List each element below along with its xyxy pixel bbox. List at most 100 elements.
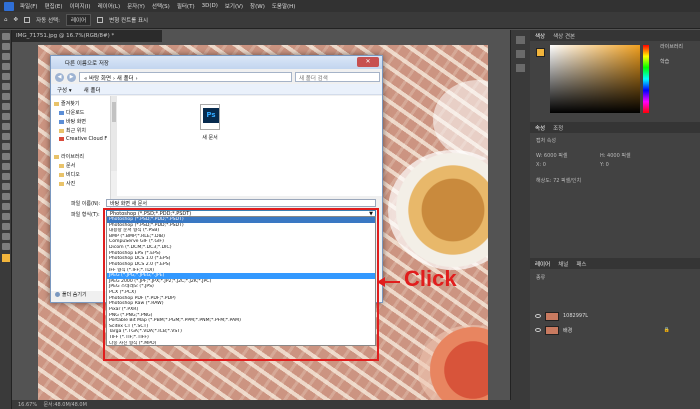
props-width[interactable]: W: 6000 픽셀 <box>536 152 567 159</box>
color-swatch[interactable] <box>536 48 545 57</box>
shape-icon[interactable] <box>2 213 10 220</box>
eye-icon[interactable] <box>535 314 541 318</box>
photoshop-logo-icon <box>4 1 14 11</box>
lock-icon: 🔒 <box>663 327 670 333</box>
foreground-color-swatch[interactable] <box>2 254 10 262</box>
navigation-pane: 즐겨찾기 다운로드 바탕 화면 최근 위치 Creative Cloud F 라… <box>51 96 111 291</box>
nav-videos[interactable]: 비디오 <box>59 171 80 178</box>
tab-color[interactable]: 색상 <box>535 32 545 40</box>
libraries-panel: 라이브러리 학습 <box>660 43 700 65</box>
quick-select-icon[interactable] <box>2 63 10 70</box>
auto-select-checkbox[interactable] <box>24 17 31 23</box>
frame-icon[interactable] <box>2 83 10 90</box>
close-button[interactable]: ✕ <box>357 57 379 67</box>
path-input[interactable]: « 바탕 화면 › 새 폴더 › <box>79 72 292 82</box>
layer-kind-filter[interactable]: 종류 <box>536 274 545 281</box>
crop-icon[interactable] <box>2 73 10 80</box>
history-brush-icon[interactable] <box>2 133 10 140</box>
blur-icon[interactable] <box>2 163 10 170</box>
organize-button[interactable]: 구성 ▾ <box>57 86 72 94</box>
menu-image[interactable]: 이미지(I) <box>69 2 90 10</box>
nav-recent[interactable]: 최근 위치 <box>59 127 86 134</box>
filetype-label: 파일 형식(T): <box>71 212 100 218</box>
libraries-label[interactable]: 라이브러리 <box>660 43 700 50</box>
brush-icon[interactable] <box>2 113 10 120</box>
address-bar: ◀ ▶ « 바탕 화면 › 새 폴더 › 새 폴더 검색 <box>55 71 380 83</box>
healing-icon[interactable] <box>2 103 10 110</box>
stamp-icon[interactable] <box>2 123 10 130</box>
nav-desktop[interactable]: 바탕 화면 <box>59 118 86 125</box>
learn-label[interactable]: 학습 <box>660 58 700 65</box>
nav-downloads[interactable]: 다운로드 <box>59 109 84 116</box>
menu-help[interactable]: 도움말(H) <box>272 2 296 10</box>
layer-dropdown[interactable]: 레이어 <box>65 14 92 26</box>
scrollbar-thumb[interactable] <box>112 102 116 122</box>
gradient-icon[interactable] <box>2 153 10 160</box>
status-bar: 16.67% 문서:48.0M/48.0M <box>12 400 530 409</box>
pen-icon[interactable] <box>2 183 10 190</box>
hide-folders-toggle[interactable]: 폴더 숨기기 <box>55 291 87 298</box>
props-height[interactable]: H: 4000 픽셀 <box>600 152 631 159</box>
path-select-icon[interactable] <box>2 203 10 210</box>
tab-properties[interactable]: 속성 <box>535 124 545 132</box>
new-folder-button[interactable]: 새 폴더 <box>84 86 101 94</box>
props-y[interactable]: Y: 0 <box>600 162 609 168</box>
back-icon[interactable]: ◀ <box>55 72 64 82</box>
psd-file-icon-label: Ps <box>203 108 219 123</box>
home-icon[interactable]: ⌂ <box>4 17 8 23</box>
eye-icon[interactable] <box>535 328 541 332</box>
forward-icon[interactable]: ▶ <box>67 72 76 82</box>
dodge-icon[interactable] <box>2 173 10 180</box>
menu-edit[interactable]: 편집(E) <box>45 2 63 10</box>
menu-3d[interactable]: 3D(D) <box>202 3 218 9</box>
props-type-label: 캡처 속성 <box>536 138 556 144</box>
history-icon[interactable] <box>516 36 525 44</box>
type-icon[interactable] <box>2 193 10 200</box>
menu-layer[interactable]: 레이어(L) <box>98 2 121 10</box>
layer-row[interactable]: 배경 🔒 <box>530 324 700 336</box>
layer-row[interactable]: 1082997L <box>530 310 700 322</box>
tab-paths[interactable]: 패스 <box>576 260 586 268</box>
search-input[interactable]: 새 폴더 검색 <box>295 72 380 82</box>
eyedropper-icon[interactable] <box>2 93 10 100</box>
zoom-icon[interactable] <box>2 233 10 240</box>
menu-window[interactable]: 창(W) <box>250 2 265 10</box>
menu-select[interactable]: 선택(S) <box>152 2 170 10</box>
filename-input[interactable]: 바탕 화면 새 문서 <box>106 199 376 207</box>
nav-favorites[interactable]: 즐겨찾기 <box>54 100 79 107</box>
menu-filter[interactable]: 필터(T) <box>177 2 195 10</box>
tab-layers[interactable]: 레이어 <box>535 260 550 268</box>
nav-creative-cloud[interactable]: Creative Cloud F <box>59 136 107 142</box>
move-icon[interactable] <box>2 33 10 40</box>
menu-file[interactable]: 파일(F) <box>20 2 38 10</box>
tab-adjustments[interactable]: 조정 <box>553 124 563 132</box>
props-x[interactable]: X: 0 <box>536 162 546 168</box>
tab-channels[interactable]: 채널 <box>558 260 568 268</box>
dialog-title: 다른 이름으로 저장 <box>51 56 382 69</box>
zoom-level: 16.67% <box>18 402 38 408</box>
nav-library[interactable]: 라이브러리 <box>54 153 84 160</box>
hand-icon[interactable] <box>2 223 10 230</box>
move-tool-icon[interactable]: ✥ <box>14 17 19 23</box>
document-tab[interactable]: IMG_71751.jpg @ 16.7%(RGB/8#) * <box>12 30 162 42</box>
filename-label: 파일 이름(N): <box>71 201 101 207</box>
nav-pictures[interactable]: 사진 <box>59 180 75 187</box>
eraser-icon[interactable] <box>2 143 10 150</box>
tab-swatches[interactable]: 색상 견본 <box>553 32 575 40</box>
actions-icon[interactable] <box>516 50 525 58</box>
layers-panel: 레이어 채널 패스 종류 1082997L 배경 🔒 <box>530 258 700 409</box>
marquee-icon[interactable] <box>2 43 10 50</box>
file-name-label[interactable]: 새 문서 <box>195 134 225 141</box>
menu-type[interactable]: 문자(Y) <box>127 2 145 10</box>
nav-documents[interactable]: 문서 <box>59 162 75 169</box>
swatch-icon[interactable] <box>516 64 525 72</box>
lasso-icon[interactable] <box>2 53 10 60</box>
psd-file-icon[interactable]: Ps <box>200 104 220 130</box>
right-panels: 색상 색상 견본 라이브러리 학습 속성 조정 캡처 속성 W: 6000 픽셀… <box>530 30 700 409</box>
more-tools-icon[interactable] <box>2 243 10 250</box>
properties-panel: 속성 조정 캡처 속성 W: 6000 픽셀 H: 4000 픽셀 X: 0 Y… <box>530 122 700 252</box>
color-picker-field[interactable] <box>550 45 640 113</box>
hue-slider[interactable] <box>643 45 649 113</box>
transform-checkbox[interactable] <box>97 17 104 23</box>
menu-view[interactable]: 보기(V) <box>225 2 243 10</box>
